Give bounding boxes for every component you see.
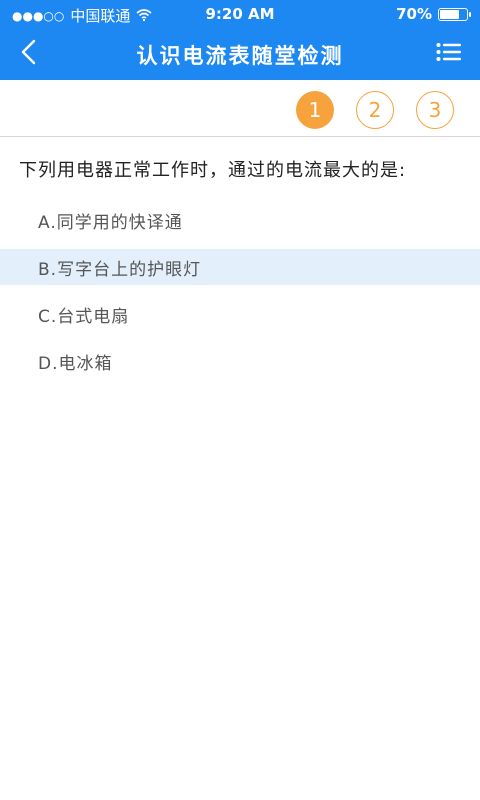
question-navigator: 1 2 3: [0, 80, 480, 137]
status-right: 70%: [396, 5, 471, 23]
question-number-2[interactable]: 2: [356, 91, 394, 129]
option-b[interactable]: B.写字台上的护眼灯: [0, 249, 480, 285]
question-number-1[interactable]: 1: [296, 91, 334, 129]
battery-icon: [438, 7, 471, 21]
chevron-left-icon: [20, 39, 36, 69]
app-header: ●●●○○ 中国联通 9:20 AM 70% 认识电流表随堂检测: [0, 0, 480, 80]
page-title: 认识电流表随堂检测: [136, 44, 344, 68]
option-d[interactable]: D.电冰箱: [0, 343, 480, 379]
status-bar: ●●●○○ 中国联通 9:20 AM 70%: [0, 0, 480, 28]
question-number-3[interactable]: 3: [416, 91, 454, 129]
battery-percent: 70%: [396, 5, 432, 23]
menu-button[interactable]: [432, 38, 466, 70]
question-text: 下列用电器正常工作时，通过的电流最大的是:: [19, 160, 407, 181]
option-a[interactable]: A.同学用的快译通: [0, 202, 480, 238]
back-button[interactable]: [10, 36, 46, 72]
list-icon: [436, 42, 462, 66]
option-c[interactable]: C.台式电扇: [0, 296, 480, 332]
nav-bar: 认识电流表随堂检测: [0, 28, 480, 80]
